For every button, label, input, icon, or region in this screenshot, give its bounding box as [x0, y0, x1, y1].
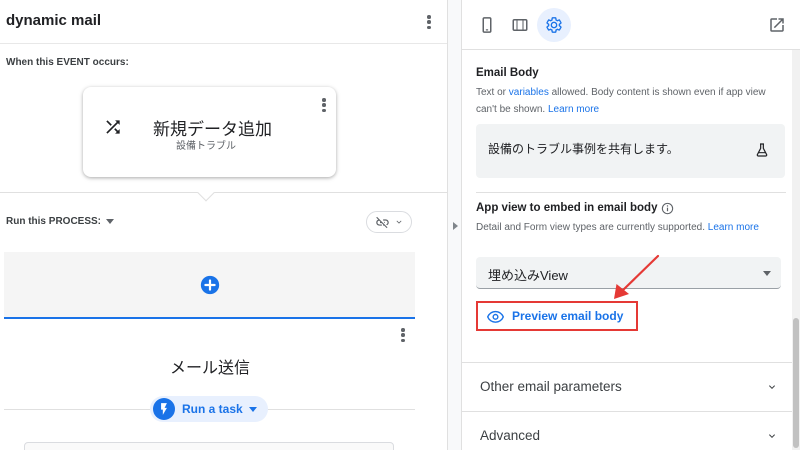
- unlink-process-button[interactable]: [366, 211, 412, 233]
- unlink-icon: [375, 216, 389, 228]
- info-icon[interactable]: [661, 202, 674, 215]
- embed-view-help: Detail and Form view types are currently…: [476, 219, 776, 236]
- connector-notch: [197, 184, 215, 202]
- flask-icon[interactable]: [754, 142, 770, 158]
- eye-icon: [487, 310, 504, 323]
- open-in-new-icon[interactable]: [768, 16, 786, 34]
- chevron-down-icon: [396, 220, 401, 224]
- event-table-name: 設備トラブル: [176, 141, 236, 152]
- email-body-help: Text or variables allowed. Body content …: [476, 84, 776, 118]
- chevron-down-icon: [769, 434, 775, 438]
- event-section-label: When this EVENT occurs:: [6, 57, 129, 68]
- tablet-icon[interactable]: [503, 8, 537, 42]
- phone-icon[interactable]: [470, 8, 504, 42]
- process-dropdown-caret-icon[interactable]: [106, 219, 114, 224]
- variables-link[interactable]: variables: [509, 87, 549, 98]
- scrollbar-thumb[interactable]: [793, 318, 799, 448]
- more-vert-icon[interactable]: [422, 13, 436, 31]
- section-divider: [0, 192, 447, 193]
- editor-panel: dynamic mail When this EVENT occurs: 新規デ…: [0, 0, 448, 450]
- advanced-accordion[interactable]: Advanced: [462, 411, 792, 450]
- chevron-down-icon: [769, 385, 775, 389]
- event-more-vert-icon[interactable]: [317, 96, 331, 114]
- annotation-arrow-icon: [614, 254, 660, 299]
- settings-panel: Email Body Text or variables allowed. Bo…: [462, 0, 800, 450]
- run-task-caret-icon: [248, 406, 257, 412]
- accordion-label: Advanced: [480, 428, 541, 443]
- embed-learn-more-link[interactable]: Learn more: [708, 222, 759, 233]
- embed-view-selected: 埋め込みView: [488, 268, 568, 283]
- step-title: メール送信: [169, 360, 250, 377]
- accordion-label: Other email parameters: [480, 379, 622, 394]
- gear-icon[interactable]: [537, 8, 571, 42]
- step-more-vert-icon[interactable]: [396, 326, 410, 344]
- add-step-area[interactable]: [4, 252, 415, 319]
- select-caret-icon: [763, 271, 771, 276]
- editor-header: dynamic mail: [0, 0, 447, 44]
- run-task-label: Run a task: [182, 402, 243, 416]
- run-task-button[interactable]: Run a task: [150, 396, 268, 422]
- collapse-arrow-icon[interactable]: [453, 222, 458, 230]
- email-body-input[interactable]: 設備のトラブル事例を共有します。: [476, 124, 785, 178]
- email-body-value[interactable]: 設備のトラブル事例を共有します。: [488, 140, 679, 157]
- bolt-icon: [153, 398, 175, 420]
- other-email-parameters-accordion[interactable]: Other email parameters: [462, 362, 792, 410]
- panel-collapse-gutter[interactable]: [448, 0, 462, 450]
- preview-email-body-button[interactable]: Preview email body: [476, 301, 638, 331]
- email-body-learn-more-link[interactable]: Learn more: [548, 104, 599, 115]
- event-card[interactable]: 新規データ追加 設備トラブル: [83, 87, 336, 177]
- process-section-label: Run this PROCESS:: [6, 216, 102, 227]
- section-divider: [476, 192, 786, 193]
- email-body-title: Email Body: [476, 67, 539, 79]
- bot-title: dynamic mail: [6, 12, 102, 29]
- settings-scrollbar[interactable]: [792, 50, 800, 450]
- embed-help-text: Detail and Form view types are currently…: [476, 222, 708, 233]
- view-tabs: [462, 0, 800, 50]
- preview-email-body-label: Preview email body: [512, 309, 624, 323]
- email-body-help-pre: Text or: [476, 87, 509, 98]
- step-detail-box: [24, 442, 394, 450]
- shuffle-icon: [106, 120, 120, 134]
- add-circle-icon[interactable]: [199, 274, 221, 296]
- embed-view-title: App view to embed in email body: [476, 202, 658, 214]
